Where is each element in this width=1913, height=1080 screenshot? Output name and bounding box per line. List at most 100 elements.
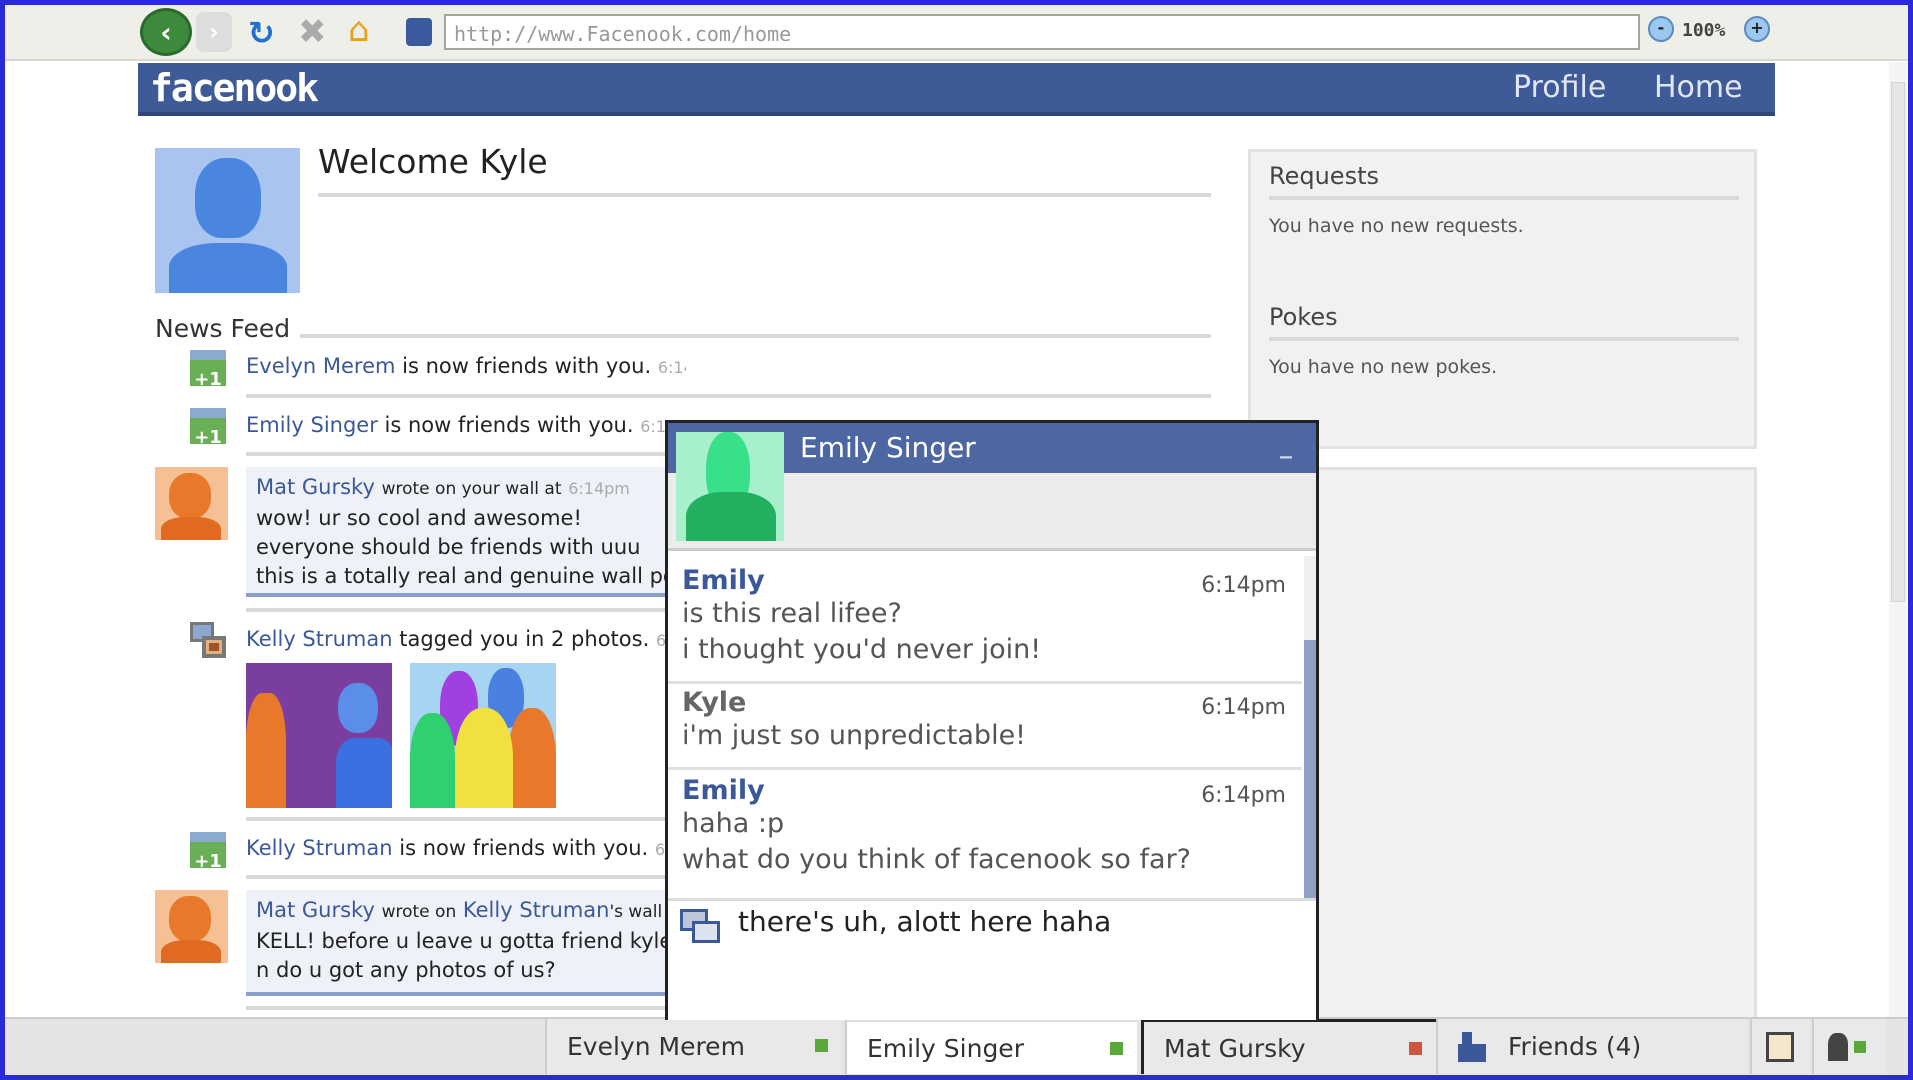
notifications-button[interactable] [1750,1019,1810,1074]
requests-pokes-panel: Requests You have no new requests. Pokes… [1248,149,1757,449]
feed-text: is now friends with you. [384,413,634,437]
message-sender: Kyle [682,687,747,718]
side-panel [1248,467,1757,1027]
tagged-photo-2[interactable] [410,663,556,808]
back-button[interactable]: ‹ [140,8,192,56]
chat-input[interactable]: there's uh, alott here haha [738,905,1111,938]
tagged-photo-1[interactable] [246,663,392,808]
pokes-title: Pokes [1269,303,1338,331]
requests-text: You have no new requests. [1269,215,1524,237]
feed-text: is now friends with you. [402,354,652,378]
feed-text: tagged you in 2 photos. [399,627,650,651]
status-button[interactable] [1812,1019,1886,1074]
friends-icon [1458,1031,1486,1062]
user-icon [1828,1032,1848,1061]
feed-name-link[interactable]: Mat Gursky [256,475,375,499]
feed-name-link[interactable]: Kelly Struman [246,627,393,651]
chat-tab-mat[interactable]: Mat Gursky [1141,1019,1436,1074]
divider [246,817,666,821]
requests-title: Requests [1269,162,1379,190]
feed-item: Kelly Struman tagged you in 2 photos. 6:… [246,627,666,651]
minimize-button[interactable]: _ [1280,431,1292,459]
stop-icon[interactable]: ✖ [298,12,327,52]
friends-count: Friends (4) [1508,1032,1642,1061]
message-time: 6:14pm [1201,695,1286,720]
wall-post: Mat Gursky wrote on Kelly Struman's wall… [246,890,666,996]
divider [668,681,1302,684]
presentation-icon [1766,1031,1794,1062]
feed-target-link[interactable]: Kelly Struman [463,898,610,922]
mat-gursky-avatar[interactable] [155,467,228,540]
feed-name-link[interactable]: Emily Singer [246,413,378,437]
divider [1269,196,1739,200]
message-time: 6:14pm [1201,783,1286,808]
zoom-level: 100% [1682,20,1726,41]
feed-text: is now friends with you. [399,836,649,860]
message-line: i thought you'd never join! [682,634,1042,665]
mat-gursky-avatar[interactable] [155,890,228,963]
nav-profile[interactable]: Profile [1513,70,1606,105]
divider [246,452,666,456]
feed-text: 's wall at [609,902,666,922]
site-icon [406,18,432,46]
zoom-out-icon[interactable]: - [1648,16,1674,42]
friend-add-icon: +1 [190,408,226,448]
divider [1269,337,1739,341]
wall-post-line: this is a totally real and genuine wall … [256,564,666,588]
feed-text: wrote on [381,902,457,922]
chat-tab-evelyn[interactable]: Evelyn Merem [545,1019,842,1074]
feed-name-link[interactable]: Evelyn Merem [246,354,395,378]
divider [246,1006,666,1010]
feed-time: 6:14pm [640,417,666,436]
message-sender: Emily [682,565,765,596]
forward-button[interactable]: › [196,12,232,52]
feed-item: Emily Singer is now friends with you. 6:… [246,413,666,437]
divider [668,898,1316,901]
zoom-in-icon[interactable]: + [1744,16,1770,42]
feed-text: wrote on your wall at [381,479,562,499]
reload-icon[interactable]: ↻ [248,14,275,52]
emily-avatar[interactable] [676,432,784,541]
offline-status-icon [1409,1042,1422,1055]
chat-tab-emily[interactable]: Emily Singer [845,1019,1137,1074]
welcome-heading: Welcome Kyle [318,142,548,181]
address-bar[interactable]: http://www.Facenook.com/home [444,14,1640,50]
profile-picture[interactable] [155,148,300,293]
logo[interactable]: facenook [150,66,319,110]
tab-label: Mat Gursky [1164,1033,1306,1063]
divider [246,875,666,879]
message-line: haha :p [682,808,785,839]
friends-list-button[interactable]: Friends (4) [1436,1019,1747,1074]
wall-post: Mat Gursky wrote on your wall at 6:14pm … [246,467,666,597]
nav-home[interactable]: Home [1654,70,1743,105]
message-time: 6:14pm [1201,573,1286,598]
feed-time: 6:14pm [657,358,686,377]
wall-post-line: KELL! before u leave u gotta friend kyle… [256,929,666,953]
tab-label: Emily Singer [867,1033,1024,1063]
chat-scrollbar[interactable] [1304,556,1316,898]
chat-message: Emily 6:14pm haha :p what do you think o… [682,775,1286,878]
message-sender: Emily [682,775,765,806]
message-line: is this real lifee? [682,598,902,629]
friend-add-icon: +1 [190,350,226,390]
message-line: i'm just so unpredictable! [682,720,1026,751]
online-status-icon [1110,1042,1123,1055]
friend-add-icon: +1 [190,832,226,872]
feed-name-link[interactable]: Kelly Struman [246,836,393,860]
chat-message: Kyle 6:14pm i'm just so unpredictable! [682,687,1286,754]
page-scrollbar[interactable] [1889,62,1907,1019]
home-icon[interactable]: ⌂ [348,10,370,50]
wall-post-line: everyone should be friends with uuu [256,535,641,559]
tab-label: Evelyn Merem [567,1032,745,1061]
divider [246,394,1211,398]
feed-name-link[interactable]: Mat Gursky [256,898,375,922]
wall-post-line: n do u got any photos of us? [256,958,556,982]
online-status-icon [815,1039,828,1052]
wall-post-line: wow! ur so cool and awesome! [256,506,582,530]
divider [668,767,1302,770]
divider [300,334,1211,338]
chat-window: Emily Singer _ Emily 6:14pm is this real… [665,420,1319,1020]
pokes-text: You have no new pokes. [1269,356,1498,378]
chat-bubbles-icon [680,909,722,949]
chat-title: Emily Singer [800,431,976,464]
